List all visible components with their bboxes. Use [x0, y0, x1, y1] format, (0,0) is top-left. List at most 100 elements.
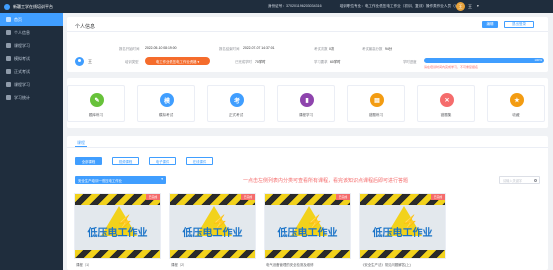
edit-button[interactable]: 编辑 [482, 21, 498, 28]
app-logo: 新疆工学在线培训平台 [0, 0, 63, 13]
hazard-stripes [75, 250, 160, 258]
logout-button[interactable]: 退出登录 [504, 21, 534, 28]
passed-label: 已完成学时 [235, 60, 252, 64]
formal-exam-icon: 考 [230, 93, 244, 107]
formal-exam-icon [6, 69, 11, 74]
passed-value: 70学时 [255, 60, 266, 64]
required-value: 60学时 [330, 60, 341, 64]
course-thumbnail[interactable]: ⚡ 低压电工作业 已完成 [264, 193, 351, 259]
course-tile[interactable]: ▮ 课程学习 [277, 85, 335, 122]
course-title[interactable]: 《安全生产法》常见问题解答(上) [361, 262, 411, 267]
tab-e-courseware[interactable]: 电子课件 [149, 157, 176, 165]
hazard-stripes [170, 250, 255, 258]
chevron-down-icon[interactable]: ▾ [477, 4, 479, 8]
tab-all-courses[interactable]: 全部课程 [75, 157, 102, 165]
type-label: 培训类型 [125, 60, 139, 64]
star-icon: ★ [510, 93, 524, 107]
thumbnail-title: 低压电工作业 [277, 228, 338, 239]
sidebar-item-mock-exam[interactable]: 模拟考试 [0, 52, 63, 65]
sidebar-item-home[interactable]: 首页 [0, 13, 63, 26]
course-title[interactable]: 课程（1） [76, 262, 91, 267]
book-icon [6, 43, 11, 48]
user-name: 王 [88, 59, 92, 64]
function-panel: ✎ 题库练习 模 模拟考试 考 正式考试 ▮ 课程学习 ▤ 错题练习 ✕ 错题集… [67, 78, 548, 128]
section-title: 个人信息 [75, 24, 96, 30]
course-thumbnail[interactable]: ⚡ 低压电工作业 已完成 [74, 193, 161, 259]
course-title[interactable]: 电气设备管理的安全检测及维修 [266, 262, 313, 267]
search-input[interactable]: 请输入关键字 [499, 176, 540, 184]
stats-icon [6, 95, 11, 100]
progress-text: 100% [534, 58, 542, 62]
app-title: 新疆工学在线培训平台 [13, 3, 53, 9]
topbar: 身份证号：370201196203034316 培训职位专业：电工作业低压电工作… [63, 0, 553, 13]
sidebar-item-label: 首页 [14, 16, 22, 22]
favorites-tile[interactable]: ★ 收藏 [487, 85, 545, 122]
exam-icon [6, 56, 11, 61]
sidebar-item-label: 个人信息 [14, 29, 30, 35]
sidebar-item-label: 课程学习 [14, 42, 30, 48]
course-thumbnail[interactable]: ⚡ 低压电工作业 已完成 [169, 193, 256, 259]
sidebar-item-courses[interactable]: 课程学习 [0, 39, 63, 52]
search-icon[interactable] [533, 178, 537, 182]
category-select[interactable]: 安全生产培训一低压电工作业 ▾ [75, 176, 166, 184]
warning-text: 请在培训时间内完成学习，不可重复报名 [424, 65, 479, 69]
divider [67, 147, 548, 148]
tile-label: 课程学习 [298, 113, 314, 117]
start-label: 报名开始时间 [119, 47, 140, 51]
tile-label: 模拟考试 [158, 113, 174, 117]
course-title[interactable]: 课程（2） [171, 262, 186, 267]
course-card[interactable]: ⚡ 低压电工作业 已完成 《安全生产法》常见问题解答(上) [359, 193, 446, 270]
sidebar-item-label: 课程学习 [14, 81, 30, 87]
score-value: 94分 [385, 47, 393, 51]
tab-video-courses[interactable]: 视频课程 [112, 157, 139, 165]
user-avatar[interactable]: 王 [456, 2, 465, 11]
home-icon [6, 17, 11, 22]
personal-info-card: 个人信息 编辑 退出登录 王 培训类型 电工作业低压电工作业资格 ▾ 已完成学时… [67, 17, 548, 72]
thumbnail-title: 低压电工作业 [372, 228, 433, 239]
thumbnail-title: 低压电工作业 [182, 228, 243, 239]
tile-label: 题库练习 [88, 113, 104, 117]
wrong-set-tile[interactable]: ✕ 错题集 [417, 85, 475, 122]
formal-exam-tile[interactable]: 考 正式考试 [207, 85, 265, 122]
end-label: 报名结束时间 [219, 47, 240, 51]
wrong-question-icon: ▤ [370, 93, 384, 107]
required-label: 学习要求 [314, 60, 328, 64]
job-text: 培训职位专业：电工作业低压电工作业（初训、复训）操作类作业人员（从业） [339, 4, 466, 8]
sidebar-item-profile[interactable]: 个人信息 [0, 26, 63, 39]
sidebar: 新疆工学在线培训平台 首页 个人信息 课程学习 模拟考试 正式考试 课程学习 学… [0, 0, 63, 270]
study-icon [6, 82, 11, 87]
sidebar-item-study[interactable]: 课程学习 [0, 78, 63, 91]
course-thumbnail[interactable]: ⚡ 低压电工作业 已完成 [359, 193, 446, 259]
practice-tile[interactable]: ✎ 题库练习 [67, 85, 125, 122]
id-number-text: 身份证号：370201196203034316 [268, 4, 322, 8]
exam-count-value: 0次 [329, 47, 335, 51]
sidebar-item-formal-exam[interactable]: 正式考试 [0, 65, 63, 78]
logo-icon [4, 3, 10, 10]
score-label: 考试最高分数 [362, 47, 383, 51]
start-value: 2022-05-10 08:19:00 [145, 46, 177, 50]
divider [67, 31, 548, 32]
sidebar-item-stats[interactable]: 学习统计 [0, 91, 63, 104]
course-card[interactable]: ⚡ 低压电工作业 已完成 课程（2） [169, 193, 256, 270]
job-type-select[interactable]: 电工作业低压电工作业资格 ▾ [145, 57, 210, 65]
tile-label: 错题集 [440, 113, 452, 117]
status-badge: 已完成 [146, 194, 160, 200]
mock-exam-tile[interactable]: 模 模拟考试 [137, 85, 195, 122]
hazard-stripes [265, 250, 350, 258]
tile-label: 正式考试 [228, 113, 244, 117]
course-panel: 课程 全部课程 视频课程 电子课件 在线课件 安全生产培训一低压电工作业 ▾ 一… [67, 136, 548, 270]
wrong-set-icon: ✕ [440, 93, 454, 107]
end-value: 2022-07-07 14:37:01 [243, 46, 275, 50]
status-badge: 已完成 [336, 194, 350, 200]
wrong-question-tile[interactable]: ▤ 错题练习 [347, 85, 405, 122]
course-card[interactable]: ⚡ 低压电工作业 已完成 电气设备管理的安全检测及维修 [264, 193, 351, 270]
user-name[interactable]: 王 [468, 4, 472, 10]
category-select-value: 安全生产培训一低压电工作业 [78, 178, 123, 183]
user-icon [6, 30, 11, 35]
course-card[interactable]: ⚡ 低压电工作业 已完成 课程（1） [74, 193, 161, 270]
status-badge: 已完成 [241, 194, 255, 200]
tab-online-courseware[interactable]: 在线课件 [186, 157, 213, 165]
sidebar-item-label: 正式考试 [14, 68, 30, 74]
search-placeholder: 请输入关键字 [503, 178, 523, 183]
chevron-down-icon: ▾ [161, 177, 163, 181]
